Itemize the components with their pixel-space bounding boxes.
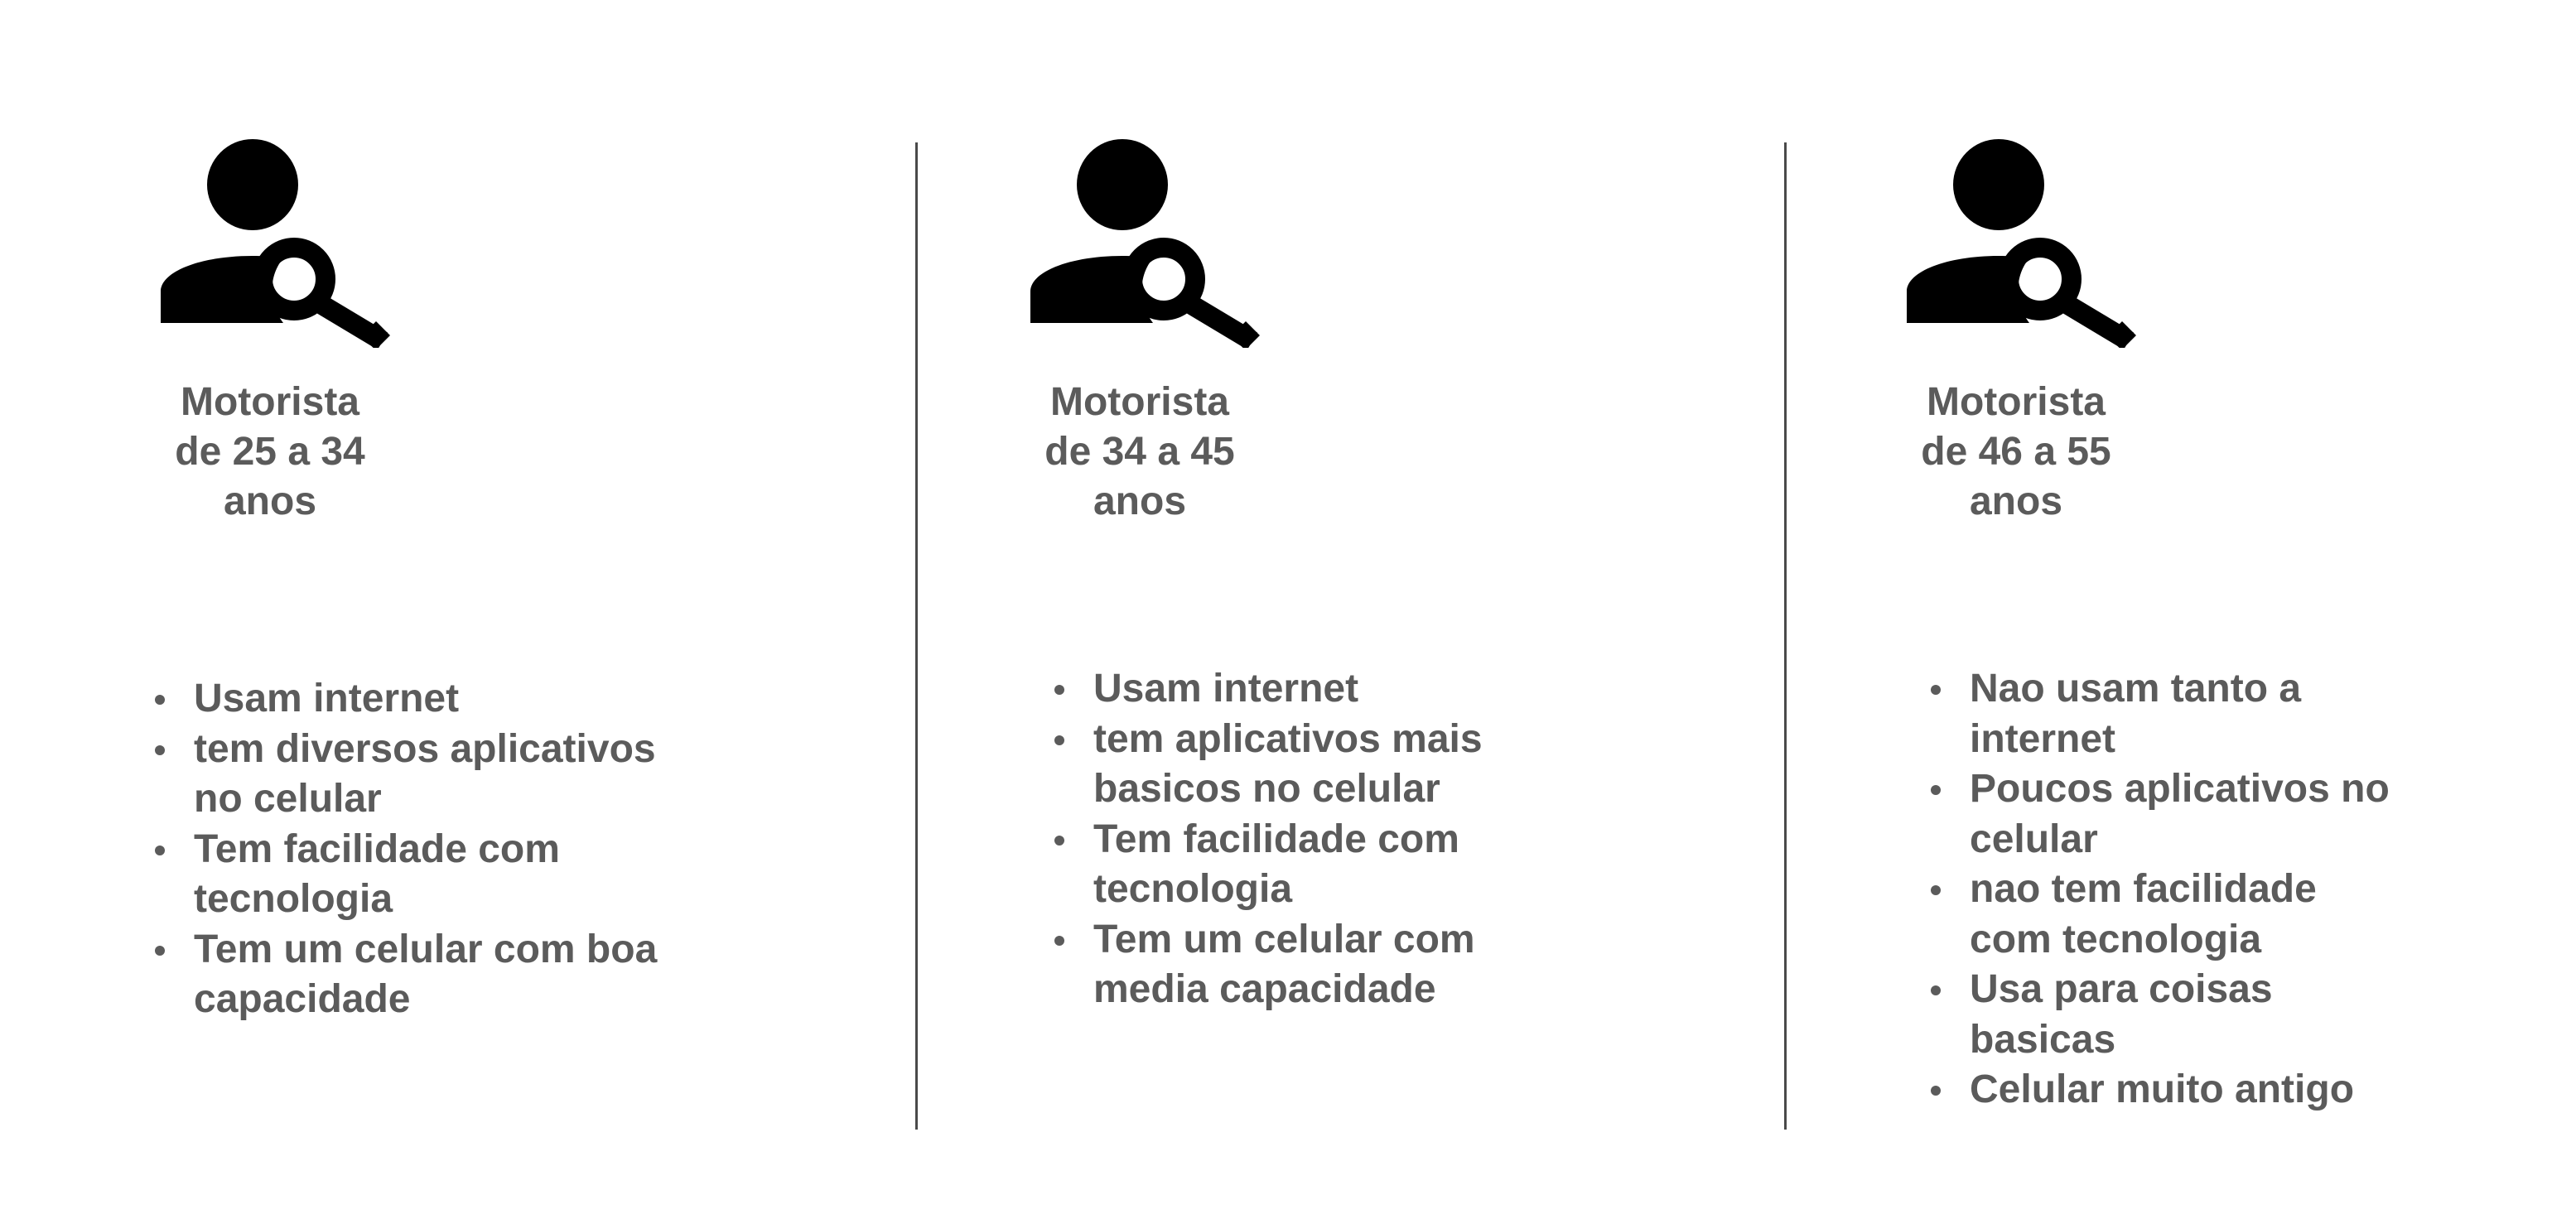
person-search-icon xyxy=(1030,139,1262,348)
persona-column-34-45: Motorista de 34 a 45 anos Usam internet … xyxy=(870,0,1698,1219)
list-item: Usam internet xyxy=(1050,664,1564,715)
list-item: Poucos aplicativos no celular xyxy=(1927,764,2467,865)
persona-title: Motorista de 34 a 45 anos xyxy=(1044,380,1235,523)
persona-title: Motorista de 46 a 55 anos xyxy=(1921,380,2111,523)
list-item: Tem facilidade com tecnologia xyxy=(151,825,608,925)
traits-list: Usam internet tem aplicativos mais basic… xyxy=(1050,664,1564,1015)
list-item: Usam internet xyxy=(151,674,664,725)
list-item: tem diversos aplicativos no celular xyxy=(151,725,674,825)
persona-title: Motorista de 25 a 34 anos xyxy=(175,380,365,523)
persona-column-46-55: Motorista de 46 a 55 anos Nao usam tanto… xyxy=(1739,0,2568,1219)
person-search-icon xyxy=(1907,139,2139,348)
list-item: Celular muito antigo xyxy=(1927,1065,2483,1115)
list-item: Nao usam tanto a internet xyxy=(1927,664,2367,764)
persona-column-25-34: Motorista de 25 a 34 anos Usam internet … xyxy=(0,0,828,1219)
traits-list: Usam internet tem diversos aplicativos n… xyxy=(151,674,664,1025)
traits-list: Nao usam tanto a internet Poucos aplicat… xyxy=(1927,664,2440,1115)
list-item: nao tem facilidade com tecnologia xyxy=(1927,865,2400,965)
person-search-icon xyxy=(161,139,393,348)
list-item: tem aplicativos mais basicos no celular xyxy=(1050,715,1557,815)
list-item: Tem um celular com boa capacidade xyxy=(151,925,658,1025)
list-item: Tem facilidade com tecnologia xyxy=(1050,815,1524,915)
list-item: Usa para coisas basicas xyxy=(1927,965,2400,1065)
list-item: Tem um celular com media capacidade xyxy=(1050,915,1557,1015)
